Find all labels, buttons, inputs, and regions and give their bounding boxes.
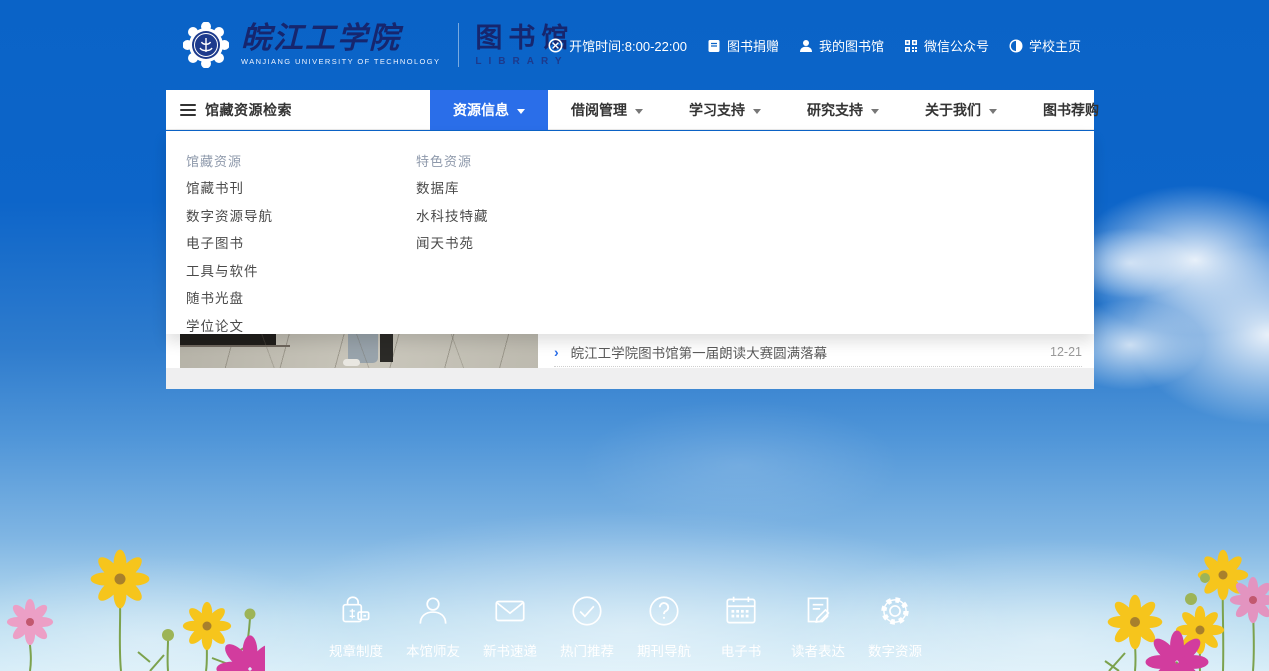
quicklink-label: 电子书 <box>721 640 762 660</box>
person-icon <box>414 592 452 630</box>
hamburger-icon <box>180 104 196 116</box>
dropdown-item-ebooks[interactable]: 电子图书 <box>186 230 273 258</box>
dropdown-item-theses[interactable]: 学位论文 <box>186 313 273 341</box>
dropdown-column-special: 特色资源 数据库 水科技特藏 闻天书苑 <box>416 148 489 258</box>
quicklink-hot-recommendations[interactable]: 热门推荐 <box>549 592 626 660</box>
mail-icon <box>491 592 529 630</box>
logo-divider <box>458 23 459 67</box>
dropdown-item-databases[interactable]: 数据库 <box>416 175 489 203</box>
toplink-label: 微信公众号 <box>924 36 989 55</box>
photo-shelf-shadow <box>180 345 290 347</box>
university-name-zh: 皖江工学院 <box>241 24 440 54</box>
dropdown-group-header: 特色资源 <box>416 148 489 175</box>
book-icon <box>707 39 721 53</box>
nav-item-label: 借阅管理 <box>571 100 627 120</box>
toplink-label: 开馆时间:8:00-22:00 <box>569 36 687 55</box>
quicklink-label: 热门推荐 <box>560 640 614 660</box>
nav-item-research-support[interactable]: 研究支持 <box>784 90 902 130</box>
clock-icon <box>548 38 563 53</box>
half-circle-icon <box>1009 39 1023 53</box>
content-strip-footer <box>166 368 1094 389</box>
calendar-icon <box>722 592 760 630</box>
library-logo[interactable]: 皖江工学院 WANJIANG UNIVERSITY OF TECHNOLOGY … <box>183 16 574 74</box>
content-strip: › 皖江工学院图书馆第一届朗读大赛圆满落幕 12-21 <box>166 334 1094 389</box>
quicklink-new-books[interactable]: 新书速递 <box>472 592 549 660</box>
edit-doc-icon <box>799 592 837 630</box>
quicklink-faculty-friends[interactable]: 本馆师友 <box>395 592 472 660</box>
footer-quicklinks: 规章制度 本馆师友 新书速递 <box>0 592 1269 660</box>
nav-item-borrowing[interactable]: 借阅管理 <box>548 90 666 130</box>
toplink-label: 图书捐赠 <box>727 36 779 55</box>
nav-item-resources[interactable]: 资源信息 <box>430 90 548 130</box>
nav-item-label: 关于我们 <box>925 100 981 120</box>
news-date: 12-21 <box>1050 345 1082 359</box>
dropdown-column-collection: 馆藏资源 馆藏书刊 数字资源导航 电子图书 工具与软件 随书光盘 学位论文 <box>186 148 273 340</box>
dropdown-item-book-cds[interactable]: 随书光盘 <box>186 285 273 313</box>
dropdown-item-digital-resource-nav[interactable]: 数字资源导航 <box>186 203 273 231</box>
chevron-down-icon <box>517 109 525 114</box>
dropdown-item-collection-books[interactable]: 馆藏书刊 <box>186 175 273 203</box>
site-name-en: LIBRARY <box>475 56 574 67</box>
toplink-school-homepage[interactable]: 学校主页 <box>1009 36 1081 55</box>
dropdown-item-water-science-collection[interactable]: 水科技特藏 <box>416 203 489 231</box>
chevron-down-icon <box>635 109 643 114</box>
quicklink-label: 本馆师友 <box>406 640 460 660</box>
toplink-label: 我的图书馆 <box>819 36 884 55</box>
nav-item-label: 学习支持 <box>689 100 745 120</box>
toplink-label: 学校主页 <box>1029 36 1081 55</box>
photo-shoe-shape <box>343 359 360 366</box>
nav-item-label: 资源信息 <box>453 100 509 120</box>
quicklink-rules[interactable]: 规章制度 <box>318 592 395 660</box>
check-circle-icon <box>568 592 606 630</box>
quicklink-journal-navigation[interactable]: 期刊导航 <box>626 592 703 660</box>
nav-menu: 资源信息 借阅管理 学习支持 研究支持 关于我们 图书荐购 <box>430 90 1122 130</box>
chevron-down-icon <box>753 109 761 114</box>
topbar-links: 开馆时间:8:00-22:00 图书捐赠 我的图书馆 <box>548 36 1081 55</box>
catalog-search-label: 馆藏资源检索 <box>205 100 292 120</box>
page: 皖江工学院 WANJIANG UNIVERSITY OF TECHNOLOGY … <box>0 0 1269 671</box>
nav-item-book-recommendation[interactable]: 图书荐购 <box>1020 90 1122 130</box>
quicklink-label: 数字资源 <box>868 640 922 660</box>
photo-dark-object <box>380 334 393 362</box>
quicklink-label: 规章制度 <box>329 640 383 660</box>
nav-item-label: 研究支持 <box>807 100 863 120</box>
quicklink-reader-feedback[interactable]: 读者表达 <box>780 592 857 660</box>
toplink-wechat-official[interactable]: 微信公众号 <box>904 36 989 55</box>
toplink-opening-hours[interactable]: 开馆时间:8:00-22:00 <box>548 36 687 55</box>
toplink-book-donation[interactable]: 图书捐赠 <box>707 36 779 55</box>
quicklink-ebooks[interactable]: 电子书 <box>703 592 780 660</box>
university-emblem-icon <box>183 22 229 68</box>
news-title: 皖江工学院图书馆第一届朗读大赛圆满落幕 <box>571 342 1038 362</box>
nav-item-learning-support[interactable]: 学习支持 <box>666 90 784 130</box>
catalog-search-toggle[interactable]: 馆藏资源检索 <box>166 90 292 129</box>
photo-person-shape <box>348 334 378 363</box>
news-list-item[interactable]: › 皖江工学院图书馆第一届朗读大赛圆满落幕 12-21 <box>554 337 1082 367</box>
cloud <box>580 400 900 530</box>
chevron-down-icon <box>871 109 879 114</box>
wallet-icon <box>337 592 375 630</box>
resources-dropdown-panel: 馆藏资源 馆藏书刊 数字资源导航 电子图书 工具与软件 随书光盘 学位论文 特色… <box>166 131 1094 334</box>
question-circle-icon <box>645 592 683 630</box>
nav-item-label: 图书荐购 <box>1043 100 1099 120</box>
chevron-right-icon: › <box>554 344 559 360</box>
quicklink-digital-resources[interactable]: 数字资源 <box>857 592 934 660</box>
nav-item-about-us[interactable]: 关于我们 <box>902 90 1020 130</box>
qrcode-icon <box>904 39 918 53</box>
quicklink-label: 读者表达 <box>791 640 845 660</box>
quicklink-label: 新书速递 <box>483 640 537 660</box>
quicklink-label: 期刊导航 <box>637 640 691 660</box>
university-name-en: WANJIANG UNIVERSITY OF TECHNOLOGY <box>241 57 440 66</box>
chevron-down-icon <box>989 109 997 114</box>
main-navbar: 馆藏资源检索 资源信息 借阅管理 学习支持 研究支持 关于我们 <box>166 90 1094 130</box>
user-icon <box>799 39 813 53</box>
university-name-block: 皖江工学院 WANJIANG UNIVERSITY OF TECHNOLOGY <box>241 24 440 66</box>
cloud <box>1075 185 1269 335</box>
cloud <box>1130 245 1269 425</box>
dropdown-group-header: 馆藏资源 <box>186 148 273 175</box>
toplink-my-library[interactable]: 我的图书馆 <box>799 36 884 55</box>
dropdown-item-tools-software[interactable]: 工具与软件 <box>186 258 273 286</box>
gear-icon <box>876 592 914 630</box>
dropdown-item-wentian-book-garden[interactable]: 闻天书苑 <box>416 230 489 258</box>
